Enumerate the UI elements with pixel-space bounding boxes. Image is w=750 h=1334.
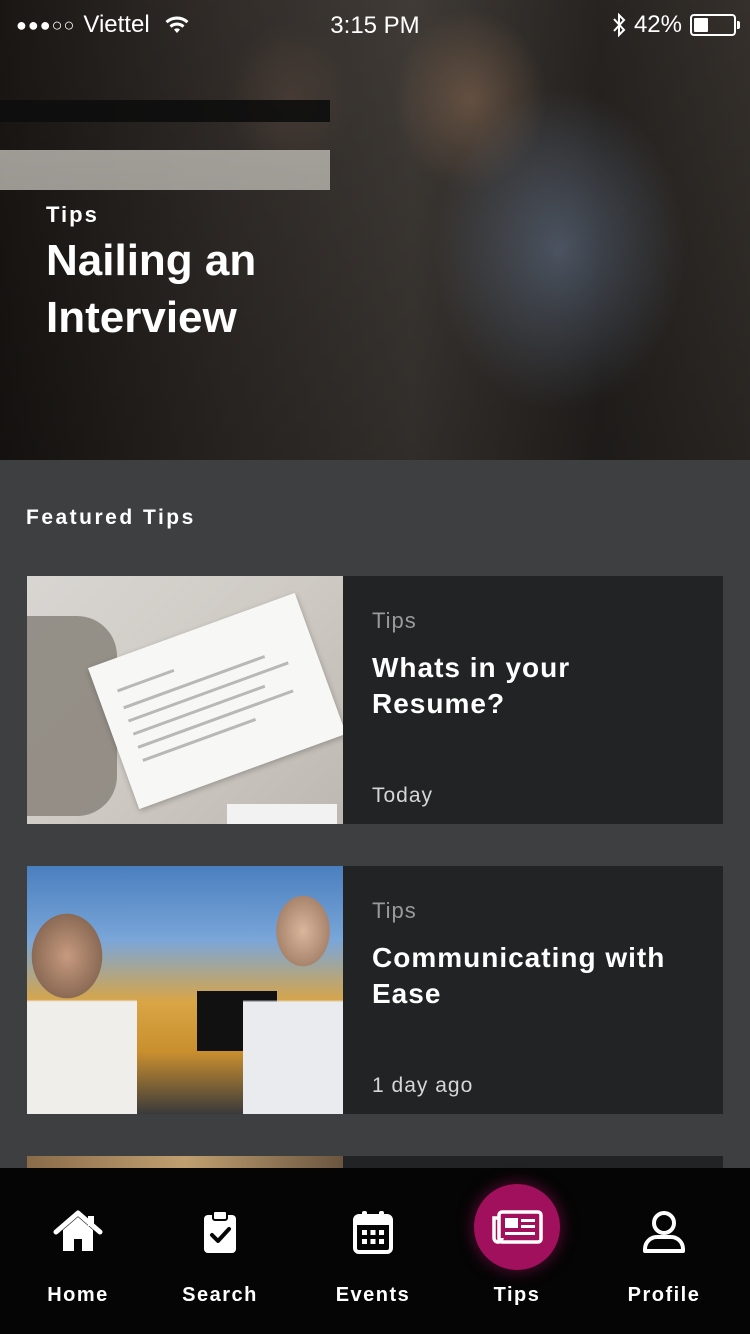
battery-icon [690,14,740,36]
hero-category: Tips [46,202,99,227]
status-right: 42% [612,11,740,39]
bottom-tab-bar: Home Search Events Tips Profile [0,1168,750,1334]
hero-image-overlay [0,0,750,460]
tip-card-category: Tips [372,898,417,923]
tip-card-date: Today [372,784,434,807]
home-icon [52,1206,104,1258]
tab-label: Tips [493,1284,541,1306]
tab-search[interactable]: Search [145,1168,295,1334]
tip-card-image [27,866,343,1114]
tab-home[interactable]: Home [3,1168,153,1334]
tip-card-image [27,576,343,824]
tab-label: Events [335,1284,411,1306]
tip-card-info: Tips Communicating with Ease 1 day ago [343,866,723,1114]
hero-title: Nailing an Interview [46,236,257,342]
featured-section-title: Featured Tips [26,506,196,529]
status-bar: ●●●○○ Viettel 3:15 PM 42% [0,0,750,52]
tip-card-info: Tips Whats in your Resume? Today [343,576,723,824]
newspaper-icon [491,1201,543,1253]
tab-tips[interactable]: Tips [442,1168,592,1334]
bluetooth-icon [612,13,626,37]
tip-card[interactable]: Tips Communicating with Ease 1 day ago [27,866,723,1114]
tab-events[interactable]: Events [298,1168,448,1334]
tip-card[interactable]: Tips Whats in your Resume? Today [27,576,723,824]
tip-card-title: Communicating with Ease [372,942,666,1009]
tab-label: Profile [627,1284,701,1306]
battery-percent: 42% [633,11,682,38]
hero-banner[interactable]: ●●●○○ Viettel 3:15 PM 42% Tips Nailing a… [0,0,750,460]
tab-profile[interactable]: Profile [589,1168,739,1334]
user-icon [638,1206,690,1258]
tip-card-title: Whats in your Resume? [372,652,571,719]
tip-card-date: 1 day ago [372,1074,474,1097]
battery-level [694,18,708,32]
clipboard-check-icon [194,1206,246,1258]
tab-label: Search [182,1284,258,1306]
calendar-icon [347,1206,399,1258]
tip-card-category: Tips [372,608,417,633]
tab-label: Home [47,1284,109,1306]
